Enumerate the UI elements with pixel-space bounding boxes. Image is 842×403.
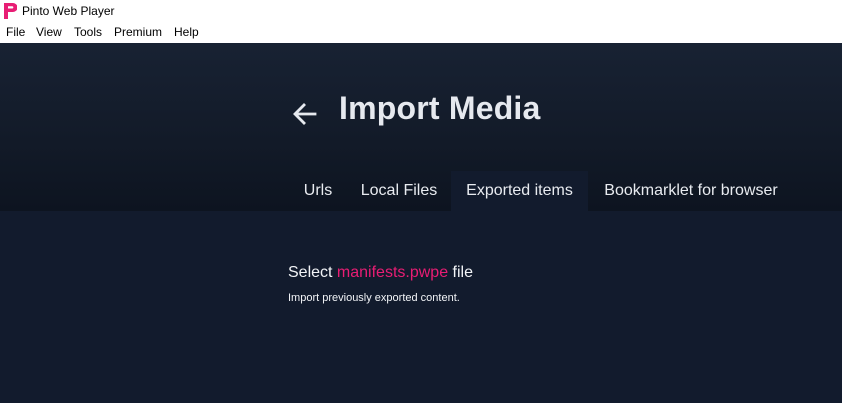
arrow-left-icon[interactable] bbox=[291, 100, 319, 128]
menu-view[interactable]: View bbox=[36, 25, 62, 39]
page-title: Import Media bbox=[339, 90, 541, 126]
select-prefix: Select bbox=[288, 264, 337, 281]
tab-local-files[interactable]: Local Files bbox=[352, 171, 446, 211]
tab-content-exported-items: Select manifests.pwpe file Import previo… bbox=[0, 211, 842, 403]
tab-bar: Urls Local Files Exported items Bookmark… bbox=[0, 171, 842, 211]
page-header: Import Media Urls Local Files Exported i… bbox=[0, 43, 842, 211]
menu-file[interactable]: File bbox=[6, 25, 25, 39]
menu-tools[interactable]: Tools bbox=[74, 25, 102, 39]
menu-premium[interactable]: Premium bbox=[114, 25, 162, 39]
tab-urls[interactable]: Urls bbox=[290, 171, 346, 211]
select-suffix: file bbox=[448, 264, 473, 281]
select-file-link[interactable]: manifests.pwpe bbox=[337, 264, 448, 281]
title-bar: Pinto Web Player bbox=[0, 0, 842, 22]
tab-bookmarklet[interactable]: Bookmarklet for browser bbox=[594, 171, 788, 211]
import-description: Import previously exported content. bbox=[288, 292, 460, 304]
pinto-logo-icon bbox=[4, 3, 17, 19]
tab-exported-items[interactable]: Exported items bbox=[451, 171, 588, 211]
select-file-prompt: Select manifests.pwpe file bbox=[288, 264, 473, 282]
menu-bar: File View Tools Premium Help bbox=[0, 22, 842, 43]
menu-help[interactable]: Help bbox=[174, 25, 199, 39]
window-title: Pinto Web Player bbox=[22, 4, 115, 18]
